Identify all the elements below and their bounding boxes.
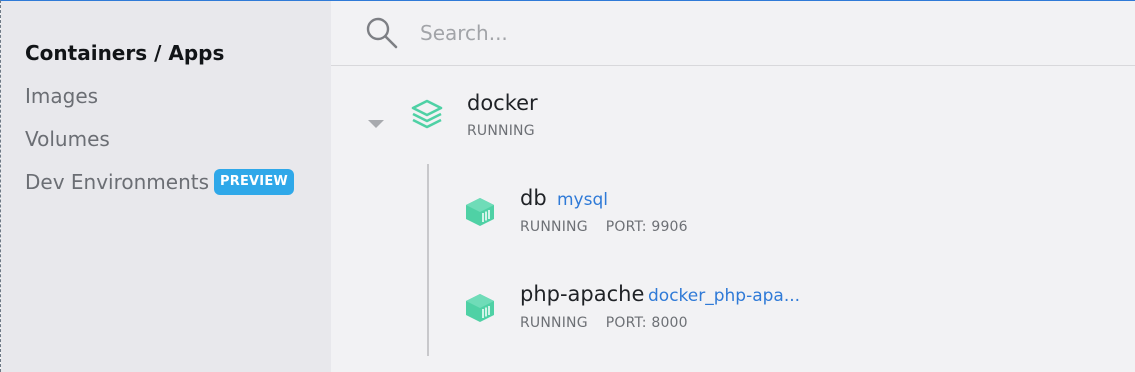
- sidebar-item-images[interactable]: Images: [25, 74, 331, 117]
- docker-desktop-window: Containers / Apps Images Volumes Dev Env…: [0, 0, 1135, 372]
- sidebar-item-volumes[interactable]: Volumes: [25, 117, 331, 160]
- container-port: PORT: 8000: [605, 315, 688, 331]
- sidebar-item-containers-apps[interactable]: Containers / Apps: [25, 31, 331, 74]
- search-bar: [331, 1, 1135, 66]
- sidebar-item-label: Volumes: [25, 126, 110, 151]
- sidebar-item-label: Images: [25, 83, 99, 108]
- app-name: docker: [467, 91, 538, 115]
- container-image-link[interactable]: mysql: [557, 190, 608, 210]
- sidebar-item-label: Dev Environments: [25, 169, 210, 194]
- container-port: PORT: 9906: [605, 219, 688, 235]
- app-status: RUNNING: [467, 123, 535, 139]
- search-icon[interactable]: [364, 15, 400, 51]
- search-input[interactable]: [418, 20, 1022, 46]
- stack-icon: [410, 98, 444, 132]
- sidebar-item-label: Containers / Apps: [25, 40, 225, 65]
- container-status: RUNNING: [520, 219, 588, 235]
- container-icon: [464, 196, 496, 228]
- chevron-down-icon[interactable]: [366, 115, 386, 128]
- container-name: db: [520, 186, 547, 210]
- container-name: php-apache: [520, 282, 645, 306]
- sidebar-item-dev-environments[interactable]: Dev Environments PREVIEW: [25, 160, 331, 203]
- app-row-docker[interactable]: docker RUNNING: [331, 89, 1135, 149]
- container-row-db[interactable]: db mysql RUNNING PORT: 9906: [331, 184, 1135, 244]
- main-content: docker RUNNING db mysql RUNNING PORT: 990…: [331, 1, 1135, 372]
- container-status-line: RUNNING PORT: 9906: [520, 219, 688, 235]
- container-status-line: RUNNING PORT: 8000: [520, 315, 688, 331]
- container-image-link[interactable]: docker_php-apa...: [648, 286, 800, 306]
- preview-badge: PREVIEW: [214, 168, 294, 195]
- container-status: RUNNING: [520, 315, 588, 331]
- sidebar: Containers / Apps Images Volumes Dev Env…: [1, 1, 331, 372]
- container-icon: [464, 292, 496, 324]
- container-row-php-apache[interactable]: php-apache docker_php-apa... RUNNING PORT…: [331, 280, 1135, 340]
